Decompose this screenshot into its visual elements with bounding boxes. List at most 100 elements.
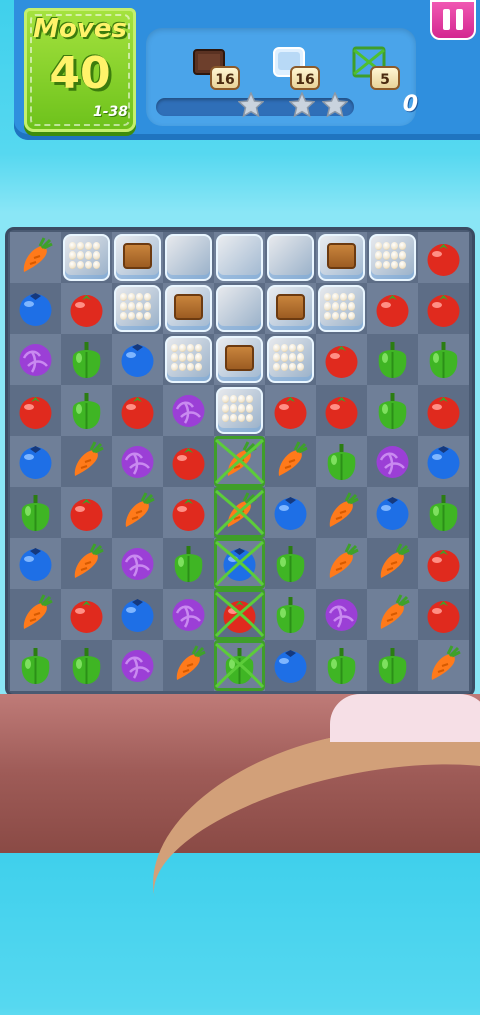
crate-icon	[225, 345, 254, 371]
ice-block-icon	[216, 285, 263, 332]
board-cell[interactable]	[265, 436, 316, 487]
carrot-icon	[74, 543, 104, 578]
board-cell[interactable]	[163, 436, 214, 487]
board-cell[interactable]	[163, 283, 214, 334]
board-cell[interactable]	[316, 640, 367, 691]
board-cell[interactable]	[163, 487, 214, 538]
carrot-icon	[380, 594, 410, 629]
moves-label: Moves	[33, 14, 127, 44]
board-cell[interactable]	[316, 232, 367, 283]
goal-vine: 5	[352, 44, 412, 94]
board-cell[interactable]	[112, 589, 163, 640]
board-cell[interactable]	[214, 232, 265, 283]
cabbage-icon	[121, 446, 154, 478]
board-cell[interactable]	[61, 640, 112, 691]
board-cell[interactable]	[10, 232, 61, 283]
board-cell[interactable]	[112, 334, 163, 385]
cabbage-icon	[376, 446, 409, 478]
board-cell[interactable]	[367, 589, 418, 640]
pause-button[interactable]	[430, 0, 476, 40]
board-cell[interactable]	[112, 538, 163, 589]
board-cell[interactable]	[367, 538, 418, 589]
board-cell[interactable]	[214, 436, 265, 487]
board-cell[interactable]	[265, 538, 316, 589]
carrot-icon	[125, 492, 155, 527]
board-cell[interactable]	[163, 640, 214, 691]
board-cell[interactable]	[316, 487, 367, 538]
board-cell[interactable]	[418, 334, 469, 385]
board-cell[interactable]	[214, 283, 265, 334]
board-cell[interactable]	[265, 640, 316, 691]
board-cell[interactable]	[316, 385, 367, 436]
board-cell[interactable]	[163, 232, 214, 283]
tomato-icon	[70, 499, 103, 531]
board-cell[interactable]	[214, 589, 265, 640]
board-cell[interactable]	[10, 640, 61, 691]
board-cell[interactable]	[367, 283, 418, 334]
board-cell[interactable]	[61, 538, 112, 589]
board-cell[interactable]	[214, 640, 265, 691]
board-cell[interactable]	[61, 436, 112, 487]
board-cell[interactable]	[316, 436, 367, 487]
board-cell[interactable]	[367, 334, 418, 385]
board-cell[interactable]	[10, 589, 61, 640]
board-cell[interactable]	[316, 589, 367, 640]
board-cell[interactable]	[367, 232, 418, 283]
board-cell[interactable]	[418, 487, 469, 538]
board-cell[interactable]	[418, 232, 469, 283]
board-cell[interactable]	[10, 385, 61, 436]
board-cell[interactable]	[265, 385, 316, 436]
goal-chocolate-count: 16	[210, 66, 240, 90]
board-cell[interactable]	[61, 487, 112, 538]
board-cell[interactable]	[61, 334, 112, 385]
board-cell[interactable]	[418, 436, 469, 487]
board-cell[interactable]	[418, 283, 469, 334]
board-cell[interactable]	[316, 283, 367, 334]
board-cell[interactable]	[367, 436, 418, 487]
blueberry-icon	[19, 293, 52, 326]
board-cell[interactable]	[10, 538, 61, 589]
board-cell[interactable]	[265, 283, 316, 334]
crate-icon	[276, 294, 305, 320]
board-cell[interactable]	[265, 334, 316, 385]
board-cell[interactable]	[265, 232, 316, 283]
board-cell[interactable]	[214, 334, 265, 385]
pepper-icon	[276, 546, 305, 582]
board-cell[interactable]	[61, 385, 112, 436]
board-cell[interactable]	[367, 640, 418, 691]
game-board	[8, 230, 472, 694]
board-cell[interactable]	[10, 436, 61, 487]
board-cell[interactable]	[316, 334, 367, 385]
board-cell[interactable]	[10, 283, 61, 334]
pepper-icon	[174, 546, 203, 582]
board-cell[interactable]	[214, 385, 265, 436]
board-cell[interactable]	[112, 487, 163, 538]
board-cell[interactable]	[367, 385, 418, 436]
board-cell[interactable]	[10, 334, 61, 385]
board-cell[interactable]	[61, 232, 112, 283]
board-cell[interactable]	[214, 538, 265, 589]
board-cell[interactable]	[112, 232, 163, 283]
board-cell[interactable]	[112, 436, 163, 487]
board-cell[interactable]	[163, 538, 214, 589]
board-cell[interactable]	[163, 385, 214, 436]
eggs-icon	[273, 344, 304, 371]
board-cell[interactable]	[10, 487, 61, 538]
board-cell[interactable]	[61, 283, 112, 334]
blueberry-icon	[427, 446, 460, 479]
board-cell[interactable]	[418, 538, 469, 589]
board-cell[interactable]	[163, 589, 214, 640]
board-cell[interactable]	[214, 487, 265, 538]
board-cell[interactable]	[418, 589, 469, 640]
board-cell[interactable]	[265, 487, 316, 538]
board-cell[interactable]	[112, 283, 163, 334]
board-cell[interactable]	[316, 538, 367, 589]
board-cell[interactable]	[112, 385, 163, 436]
board-cell[interactable]	[163, 334, 214, 385]
board-cell[interactable]	[265, 589, 316, 640]
board-cell[interactable]	[61, 589, 112, 640]
board-cell[interactable]	[112, 640, 163, 691]
board-cell[interactable]	[418, 385, 469, 436]
board-cell[interactable]	[418, 640, 469, 691]
board-cell[interactable]	[367, 487, 418, 538]
